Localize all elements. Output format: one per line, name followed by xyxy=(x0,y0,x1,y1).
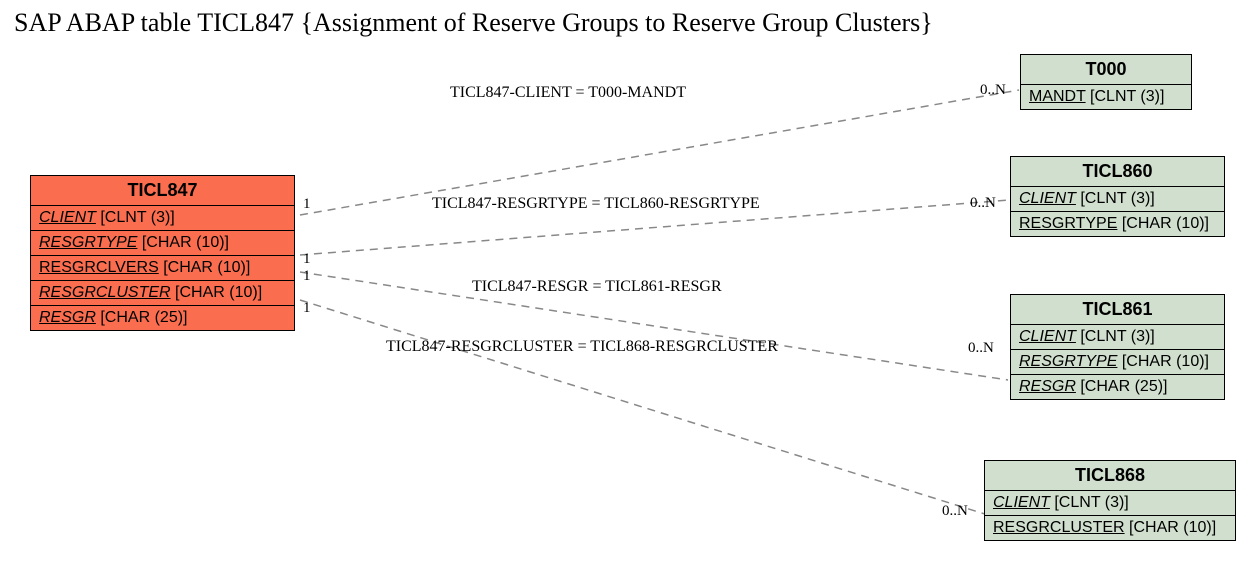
entity-ticl868-field-client: CLIENT [CLNT (3)] xyxy=(985,491,1235,516)
entity-ticl861-field-resgrtype: RESGRTYPE [CHAR (10)] xyxy=(1011,350,1224,375)
card-left-3: 1 xyxy=(303,300,311,317)
entity-ticl861: TICL861 CLIENT [CLNT (3)] RESGRTYPE [CHA… xyxy=(1010,294,1225,400)
relation-label-resgr: TICL847-RESGR = TICL861-RESGR xyxy=(472,278,722,296)
entity-ticl860-header: TICL860 xyxy=(1011,157,1224,187)
entity-ticl861-header: TICL861 xyxy=(1011,295,1224,325)
entity-ticl847-field-resgrcluster: RESGRCLUSTER [CHAR (10)] xyxy=(31,281,294,306)
relation-label-client: TICL847-CLIENT = T000-MANDT xyxy=(450,84,686,102)
entity-ticl861-field-resgr: RESGR [CHAR (25)] xyxy=(1011,375,1224,399)
card-left-2: 1 xyxy=(303,268,311,285)
entity-ticl860: TICL860 CLIENT [CLNT (3)] RESGRTYPE [CHA… xyxy=(1010,156,1225,237)
entity-ticl847-header: TICL847 xyxy=(31,176,294,206)
entity-ticl868: TICL868 CLIENT [CLNT (3)] RESGRCLUSTER [… xyxy=(984,460,1236,541)
entity-ticl861-field-client: CLIENT [CLNT (3)] xyxy=(1011,325,1224,350)
entity-t000-header: T000 xyxy=(1021,55,1191,85)
entity-ticl860-field-resgrtype: RESGRTYPE [CHAR (10)] xyxy=(1011,212,1224,236)
entity-ticl847-field-client: CLIENT [CLNT (3)] xyxy=(31,206,294,231)
card-left-1: 1 xyxy=(303,251,311,268)
page-title: SAP ABAP table TICL847 {Assignment of Re… xyxy=(14,8,933,38)
entity-t000-field-mandt: MANDT [CLNT (3)] xyxy=(1021,85,1191,109)
entity-ticl847-field-resgr: RESGR [CHAR (25)] xyxy=(31,306,294,330)
entity-ticl847-field-resgrtype: RESGRTYPE [CHAR (10)] xyxy=(31,231,294,256)
relation-label-resgrcluster: TICL847-RESGRCLUSTER = TICL868-RESGRCLUS… xyxy=(386,338,778,356)
card-right-2: 0..N xyxy=(968,340,994,357)
entity-ticl868-header: TICL868 xyxy=(985,461,1235,491)
entity-ticl868-field-resgrcluster: RESGRCLUSTER [CHAR (10)] xyxy=(985,516,1235,540)
card-right-3: 0..N xyxy=(942,503,968,520)
relation-label-resgrtype: TICL847-RESGRTYPE = TICL860-RESGRTYPE xyxy=(432,195,760,213)
entity-ticl847-field-resgrclvers: RESGRCLVERS [CHAR (10)] xyxy=(31,256,294,281)
card-right-0: 0..N xyxy=(980,82,1006,99)
card-left-0: 1 xyxy=(303,196,311,213)
entity-ticl860-field-client: CLIENT [CLNT (3)] xyxy=(1011,187,1224,212)
card-right-1: 0..N xyxy=(970,195,996,212)
entity-ticl847: TICL847 CLIENT [CLNT (3)] RESGRTYPE [CHA… xyxy=(30,175,295,331)
entity-t000: T000 MANDT [CLNT (3)] xyxy=(1020,54,1192,110)
